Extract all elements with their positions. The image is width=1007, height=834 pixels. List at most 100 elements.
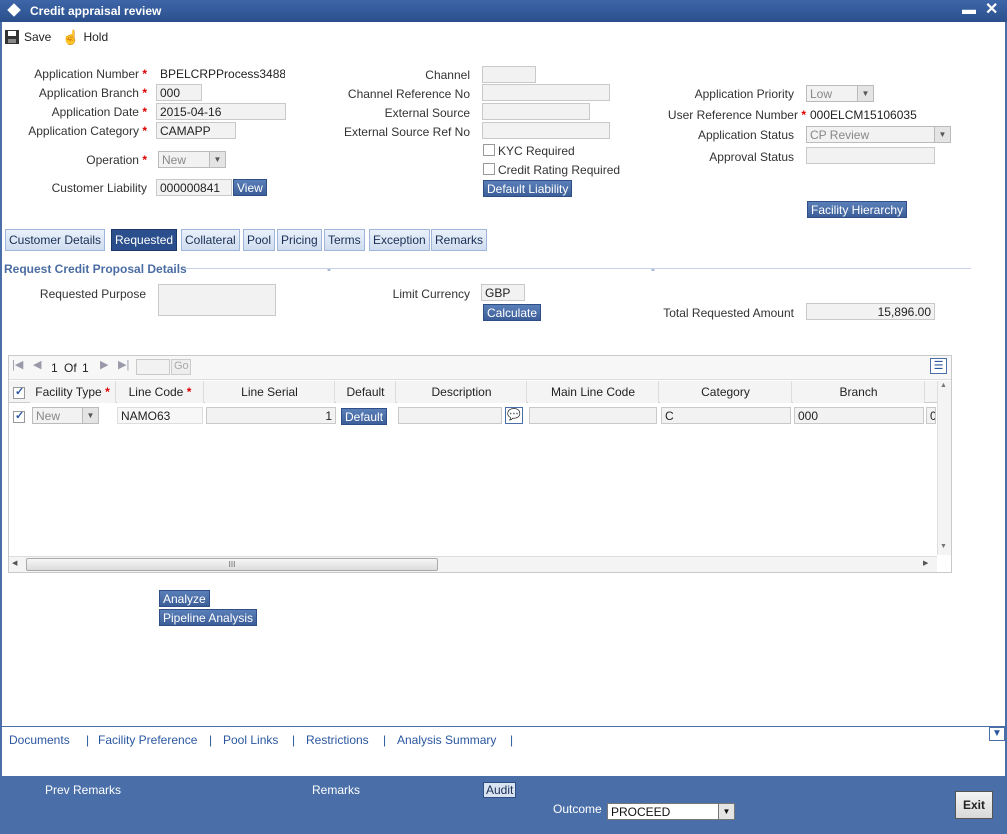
- tab-customer-details[interactable]: Customer Details: [5, 229, 106, 251]
- analyze-button[interactable]: Analyze: [159, 590, 210, 607]
- row-description-field[interactable]: [398, 407, 502, 424]
- customer-liability-label: Customer Liability: [51, 181, 147, 195]
- scroll-left-icon[interactable]: ◀: [12, 559, 17, 567]
- requested-purpose-field[interactable]: [158, 284, 276, 316]
- page-current: 1: [51, 361, 58, 375]
- row-main-line-code-field[interactable]: [529, 407, 657, 424]
- application-date-label: Application Date *: [51, 105, 147, 119]
- link-analysis-summary[interactable]: Analysis Summary: [397, 733, 496, 747]
- last-page-icon[interactable]: ▶|: [118, 358, 129, 371]
- app-diamond-icon: [7, 3, 21, 17]
- link-facility-preference[interactable]: Facility Preference: [98, 733, 197, 747]
- row-default-button[interactable]: Default: [341, 408, 388, 425]
- save-button[interactable]: Save: [4, 28, 51, 46]
- exit-button[interactable]: Exit: [955, 791, 993, 819]
- grid-vertical-scrollbar[interactable]: [937, 381, 951, 555]
- limit-currency-field[interactable]: GBP: [481, 284, 525, 301]
- tab-collateral[interactable]: Collateral: [181, 229, 240, 251]
- title-bar: Credit appraisal review ▬ ✕: [0, 0, 1007, 22]
- application-date-field[interactable]: 2015-04-16: [156, 103, 286, 120]
- hold-button[interactable]: ☝ Hold: [62, 28, 108, 46]
- close-icon[interactable]: ✕: [985, 0, 998, 19]
- application-branch-field[interactable]: 000: [156, 84, 202, 101]
- scroll-thumb[interactable]: III: [26, 558, 438, 571]
- hold-label: Hold: [83, 30, 109, 44]
- link-restrictions[interactable]: Restrictions: [306, 733, 369, 747]
- credit-rating-required-checkbox[interactable]: [483, 163, 495, 175]
- user-reference-number-label: User Reference Number *: [667, 108, 806, 122]
- page-of-label: Of: [64, 361, 77, 375]
- col-facility-type[interactable]: Facility Type *: [30, 381, 116, 403]
- link-separator: |: [510, 733, 514, 747]
- channel-reference-no-field[interactable]: [482, 84, 610, 101]
- pipeline-analysis-button[interactable]: Pipeline Analysis: [159, 609, 258, 626]
- col-main-line-code[interactable]: Main Line Code: [528, 381, 659, 403]
- col-line-serial[interactable]: Line Serial: [205, 381, 335, 403]
- application-category-field[interactable]: CAMAPP: [156, 122, 236, 139]
- go-button[interactable]: Go: [171, 359, 191, 375]
- chevron-down-icon: ▼: [209, 152, 225, 167]
- col-line-code[interactable]: Line Code *: [117, 381, 204, 403]
- facility-hierarchy-button[interactable]: Facility Hierarchy: [807, 201, 908, 218]
- external-source-field[interactable]: [482, 103, 590, 120]
- tab-requested[interactable]: Requested: [111, 229, 178, 251]
- kyc-required-checkbox[interactable]: [483, 144, 495, 156]
- customer-liability-field[interactable]: 000000841: [156, 179, 232, 196]
- speech-bubble-icon[interactable]: 💬: [505, 407, 523, 424]
- row-select-checkbox[interactable]: [13, 409, 25, 423]
- page-total: 1: [82, 361, 89, 375]
- window-title: Credit appraisal review: [30, 4, 162, 18]
- total-requested-amount-field[interactable]: 15,896.00: [806, 303, 935, 320]
- chevron-down-icon: ▼: [934, 127, 950, 142]
- expand-down-icon[interactable]: ▼: [989, 727, 1005, 741]
- prev-page-icon[interactable]: ◀: [33, 358, 41, 371]
- external-source-ref-no-field[interactable]: [482, 122, 610, 139]
- tab-pool[interactable]: Pool: [243, 229, 276, 251]
- select-all-checkbox[interactable]: [13, 385, 25, 399]
- chevron-down-icon: ▼: [857, 86, 873, 101]
- outcome-select[interactable]: PROCEED ▼: [607, 803, 735, 820]
- tab-terms[interactable]: Terms: [324, 229, 365, 251]
- requested-purpose-label: Requested Purpose: [39, 287, 146, 301]
- minimize-icon[interactable]: ▬: [962, 1, 976, 17]
- row-category-field[interactable]: C: [661, 407, 791, 424]
- calculate-button[interactable]: Calculate: [483, 304, 542, 321]
- col-branch[interactable]: Branch: [793, 381, 925, 403]
- view-button[interactable]: View: [233, 179, 267, 196]
- remarks-link[interactable]: Remarks: [312, 783, 360, 797]
- user-reference-number-field[interactable]: 000ELCM15106035: [806, 106, 936, 123]
- col-default[interactable]: Default: [336, 381, 396, 403]
- grid-settings-icon[interactable]: ☰: [930, 358, 947, 374]
- application-number-field[interactable]: BPELCRPProcess3488: [156, 65, 286, 82]
- first-page-icon[interactable]: |◀: [12, 358, 23, 371]
- section-dash: -: [327, 262, 331, 276]
- link-pool-links[interactable]: Pool Links: [223, 733, 278, 747]
- row-facility-type-select[interactable]: New ▼: [32, 407, 99, 424]
- channel-label: Channel: [425, 68, 470, 82]
- link-documents[interactable]: Documents: [9, 733, 70, 747]
- application-priority-label: Application Priority: [694, 87, 794, 101]
- channel-field[interactable]: [482, 66, 536, 83]
- next-page-icon[interactable]: ▶: [100, 358, 108, 371]
- row-line-serial-field[interactable]: 1: [206, 407, 336, 424]
- col-category[interactable]: Category: [660, 381, 792, 403]
- row-branch-field[interactable]: 000: [794, 407, 924, 424]
- page-jump-input[interactable]: [136, 359, 170, 375]
- prev-remarks-link[interactable]: Prev Remarks: [45, 783, 121, 797]
- application-priority-select[interactable]: Low ▼: [806, 85, 874, 102]
- approval-status-field[interactable]: [806, 147, 935, 164]
- default-liability-button[interactable]: Default Liability: [483, 180, 573, 197]
- col-description[interactable]: Description: [397, 381, 527, 403]
- audit-button[interactable]: Audit: [483, 782, 516, 798]
- tab-exception[interactable]: Exception: [369, 229, 430, 251]
- application-status-select[interactable]: CP Review ▼: [806, 126, 951, 143]
- scroll-down-icon[interactable]: ▼: [940, 543, 947, 550]
- row-line-code-field[interactable]: NAMO63: [117, 407, 203, 424]
- external-source-label: External Source: [384, 106, 470, 120]
- tab-pricing[interactable]: Pricing: [277, 229, 322, 251]
- operation-select[interactable]: New ▼: [158, 151, 226, 168]
- channel-reference-no-label: Channel Reference No: [347, 87, 470, 101]
- scroll-up-icon[interactable]: ▲: [940, 382, 947, 389]
- tab-remarks[interactable]: Remarks: [431, 229, 488, 251]
- scroll-right-icon[interactable]: ▶: [923, 559, 928, 567]
